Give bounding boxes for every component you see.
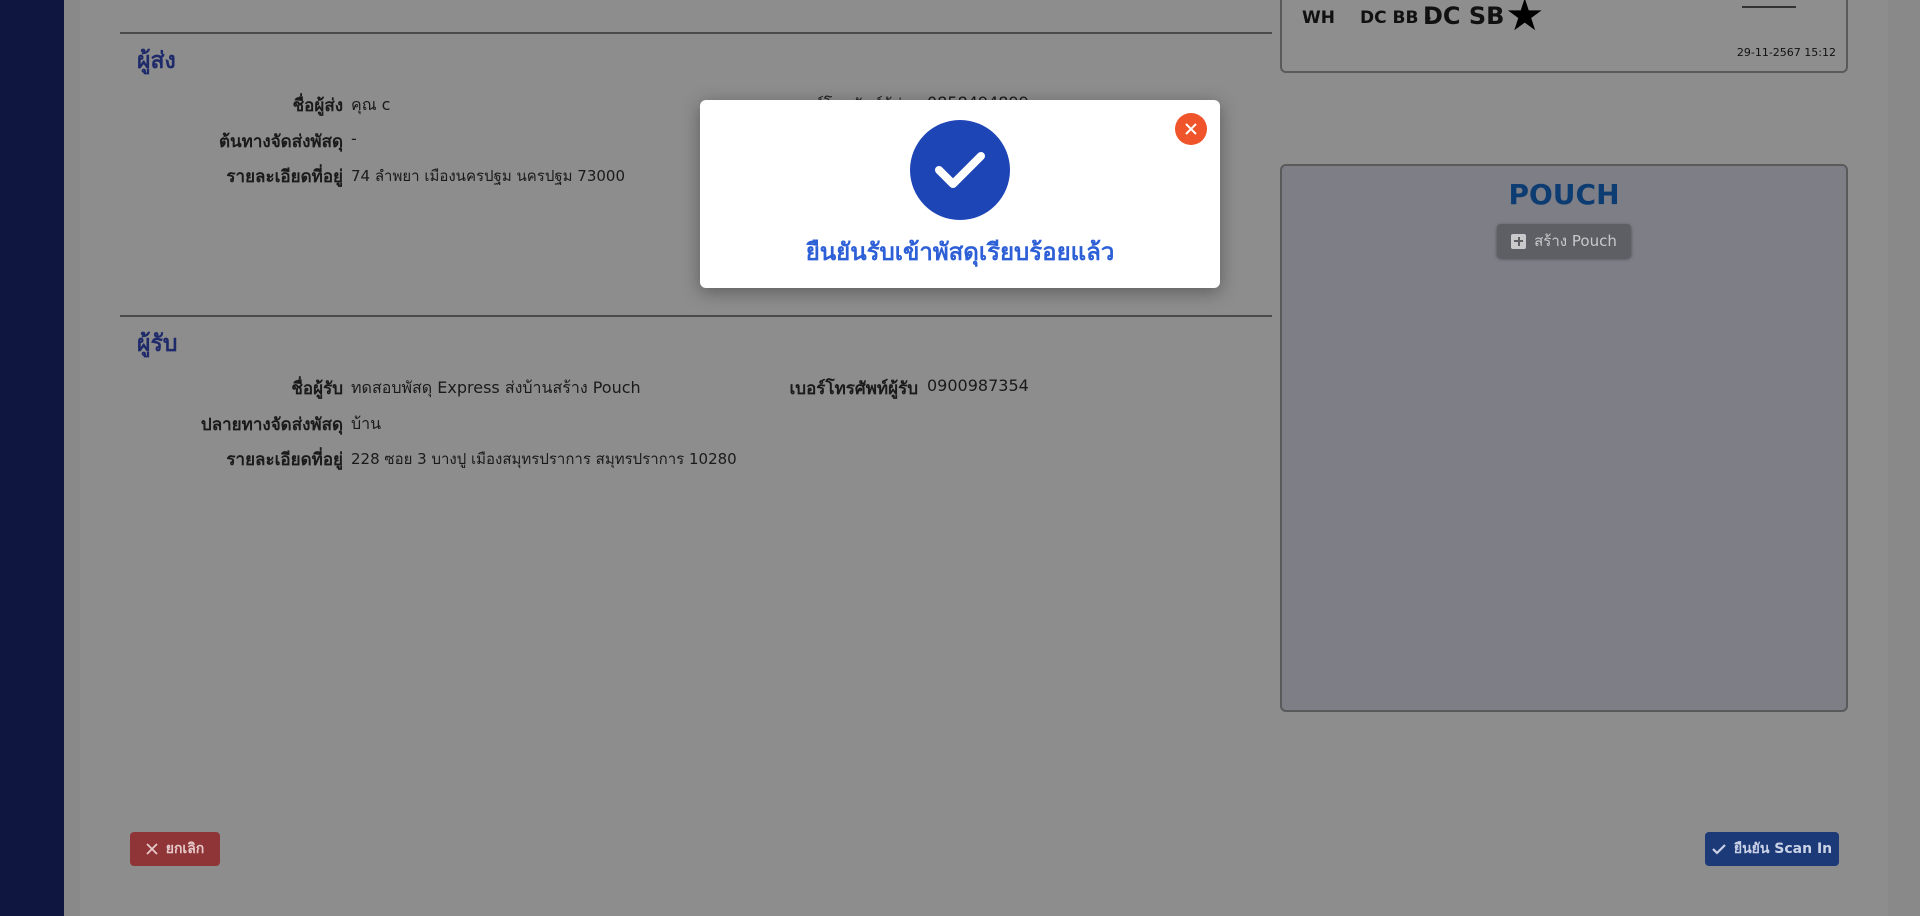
modal-close-button[interactable] bbox=[1175, 113, 1207, 145]
plus-square-icon bbox=[1511, 233, 1527, 249]
label-date: 29-11-2567 15:12 bbox=[1736, 46, 1836, 59]
modal-message: ยืนยันรับเข้าพัสดุเรียบร้อยแล้ว bbox=[805, 238, 1115, 266]
sender-origin-label: ต้นทางจัดส่งพัสดุ bbox=[218, 132, 343, 152]
receiver-destination-value: บ้าน bbox=[351, 414, 382, 433]
cancel-label: ยกเลิก bbox=[165, 841, 205, 857]
sidebar bbox=[0, 0, 64, 916]
label-wh: WH bbox=[1302, 8, 1335, 28]
receiver-address-label: รายละเอียดที่อยู่ bbox=[226, 450, 343, 470]
close-icon bbox=[146, 843, 158, 855]
pouch-panel: POUCH สร้าง Pouch bbox=[1280, 164, 1848, 712]
confirm-label: ยืนยัน Scan In bbox=[1733, 841, 1833, 857]
barcode-icon bbox=[1742, 0, 1796, 8]
label-dc-origin: DC BB - bbox=[1360, 8, 1432, 28]
receiver-name-label: ชื่อผู้รับ bbox=[291, 379, 343, 399]
create-pouch-label: สร้าง Pouch bbox=[1534, 232, 1617, 250]
cancel-button[interactable]: ยกเลิก bbox=[130, 832, 220, 866]
create-pouch-button[interactable]: สร้าง Pouch bbox=[1497, 224, 1631, 258]
section-divider bbox=[120, 32, 1272, 34]
receiver-phone-label: เบอร์โทรศัพท์ผู้รับ bbox=[789, 379, 919, 399]
sender-name-value: คุณ c bbox=[351, 95, 391, 114]
star-icon: ★ bbox=[1505, 0, 1545, 41]
sender-address-label: รายละเอียดที่อยู่ bbox=[226, 167, 343, 187]
receiver-destination-label: ปลายทางจัดส่งพัสดุ bbox=[200, 415, 343, 435]
receiver-address-value: 228 ซอย 3 บางปู เมืองสมุทรปราการ สมุทรปร… bbox=[351, 450, 737, 468]
receiver-section-title: ผู้รับ bbox=[137, 331, 178, 357]
label-dc-destination: DC SB bbox=[1423, 2, 1505, 30]
confirm-scan-in-button[interactable]: ยืนยัน Scan In bbox=[1705, 832, 1839, 866]
pouch-title: POUCH bbox=[1508, 178, 1620, 211]
success-check-icon bbox=[910, 120, 1010, 220]
sender-name-label: ชื่อผู้ส่ง bbox=[292, 96, 343, 116]
shipping-label-card: WH DC BB - DC SB ★ 29-11-2567 15:12 bbox=[1280, 0, 1848, 73]
sender-origin-value: - bbox=[351, 129, 357, 148]
success-modal: ยืนยันรับเข้าพัสดุเรียบร้อยแล้ว bbox=[700, 100, 1220, 288]
receiver-phone-value: 0900987354 bbox=[927, 376, 1029, 395]
sender-address-value: 74 ลำพยา เมืองนครปฐม นครปฐม 73000 bbox=[351, 167, 625, 185]
check-icon bbox=[1712, 844, 1726, 855]
close-icon bbox=[1185, 123, 1197, 135]
receiver-name-value: ทดสอบพัสดุ Express ส่งบ้านสร้าง Pouch bbox=[351, 378, 641, 397]
section-divider bbox=[120, 315, 1272, 317]
sender-section-title: ผู้ส่ง bbox=[137, 48, 176, 74]
